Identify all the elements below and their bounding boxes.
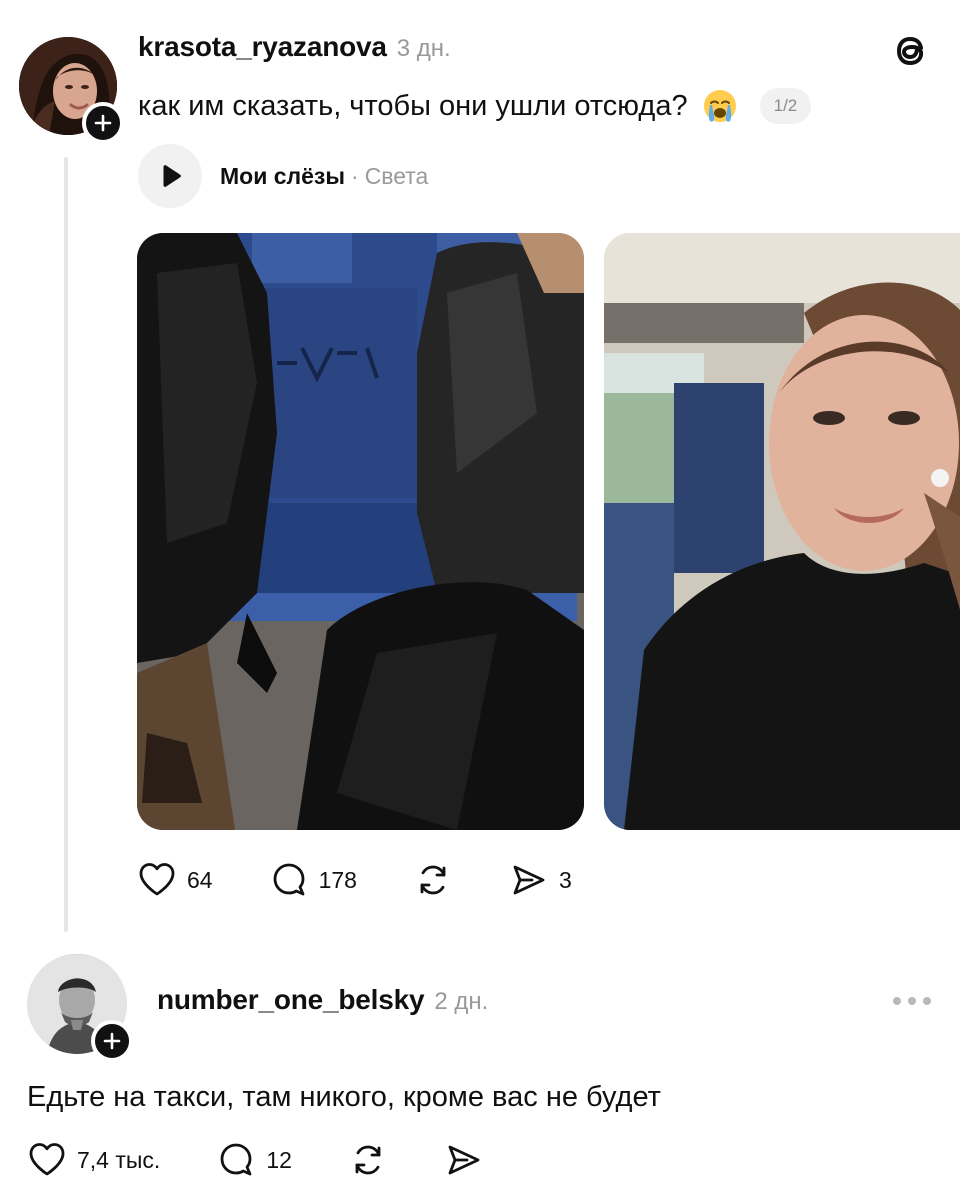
reply-repost-button[interactable]: [348, 1140, 388, 1180]
song-title: Мои слёзы: [220, 162, 346, 189]
reply-header: number_one_belsky 2 дн.: [157, 984, 488, 1016]
plus-icon: [94, 114, 112, 132]
post-body: как им сказать, чтобы они ушли отсюда? 1…: [138, 88, 812, 124]
comment-button[interactable]: 178: [269, 860, 357, 900]
heart-icon: [139, 863, 175, 896]
repost-icon: [355, 1145, 381, 1175]
play-button[interactable]: [138, 144, 202, 208]
share-count: 3: [558, 866, 572, 893]
song-separator: ·: [351, 162, 359, 189]
reply-like-count: 7,4 тыс.: [77, 1146, 161, 1173]
send-icon: [448, 1145, 480, 1175]
reply-comment-count: 12: [266, 1146, 292, 1173]
more-dots-icon: [893, 997, 901, 1005]
follow-plus-button[interactable]: [82, 102, 124, 144]
heart-icon: [29, 1143, 65, 1176]
reply-follow-plus-button[interactable]: [91, 1020, 133, 1062]
send-icon: [513, 865, 545, 895]
post-actions: 64 178 3: [137, 860, 572, 900]
comment-bubble-icon: [220, 1143, 252, 1176]
comment-bubble-icon: [273, 863, 304, 896]
song-artist: Света: [364, 162, 429, 189]
reply-comment-button[interactable]: 12: [216, 1140, 292, 1180]
post-photo-1[interactable]: [137, 233, 584, 830]
more-options-button[interactable]: [893, 992, 931, 1010]
repost-button[interactable]: [413, 860, 453, 900]
reply-share-button[interactable]: [444, 1140, 484, 1180]
share-button[interactable]: 3: [509, 860, 572, 900]
carousel-counter: 1/2: [759, 88, 812, 124]
play-icon: [163, 165, 181, 187]
reply-text: Едьте на такси, там никого, кроме вас не…: [27, 1081, 661, 1113]
post-header: krasota_ryazanova 3 дн.: [138, 31, 451, 63]
like-button[interactable]: 64: [137, 860, 213, 900]
post-username[interactable]: krasota_ryazanova: [138, 31, 387, 63]
reply-timestamp: 2 дн.: [434, 988, 489, 1015]
like-count: 64: [187, 866, 213, 893]
music-attachment[interactable]: Мои слёзы · Света: [138, 144, 428, 208]
threads-logo-icon[interactable]: [890, 28, 932, 74]
post-timestamp: 3 дн.: [396, 35, 451, 62]
reply-username[interactable]: number_one_belsky: [157, 984, 425, 1016]
reply-actions: 7,4 тыс. 12: [27, 1140, 484, 1180]
post-text: как им сказать, чтобы они ушли отсюда?: [138, 90, 688, 122]
crying-emoji-icon: [703, 90, 736, 122]
comment-count: 178: [318, 866, 357, 893]
post-photo-2[interactable]: [604, 233, 960, 830]
thread-connector-line: [64, 157, 68, 932]
plus-icon: [103, 1032, 121, 1050]
reply-like-button[interactable]: 7,4 тыс.: [27, 1140, 160, 1180]
repost-icon: [420, 865, 446, 895]
